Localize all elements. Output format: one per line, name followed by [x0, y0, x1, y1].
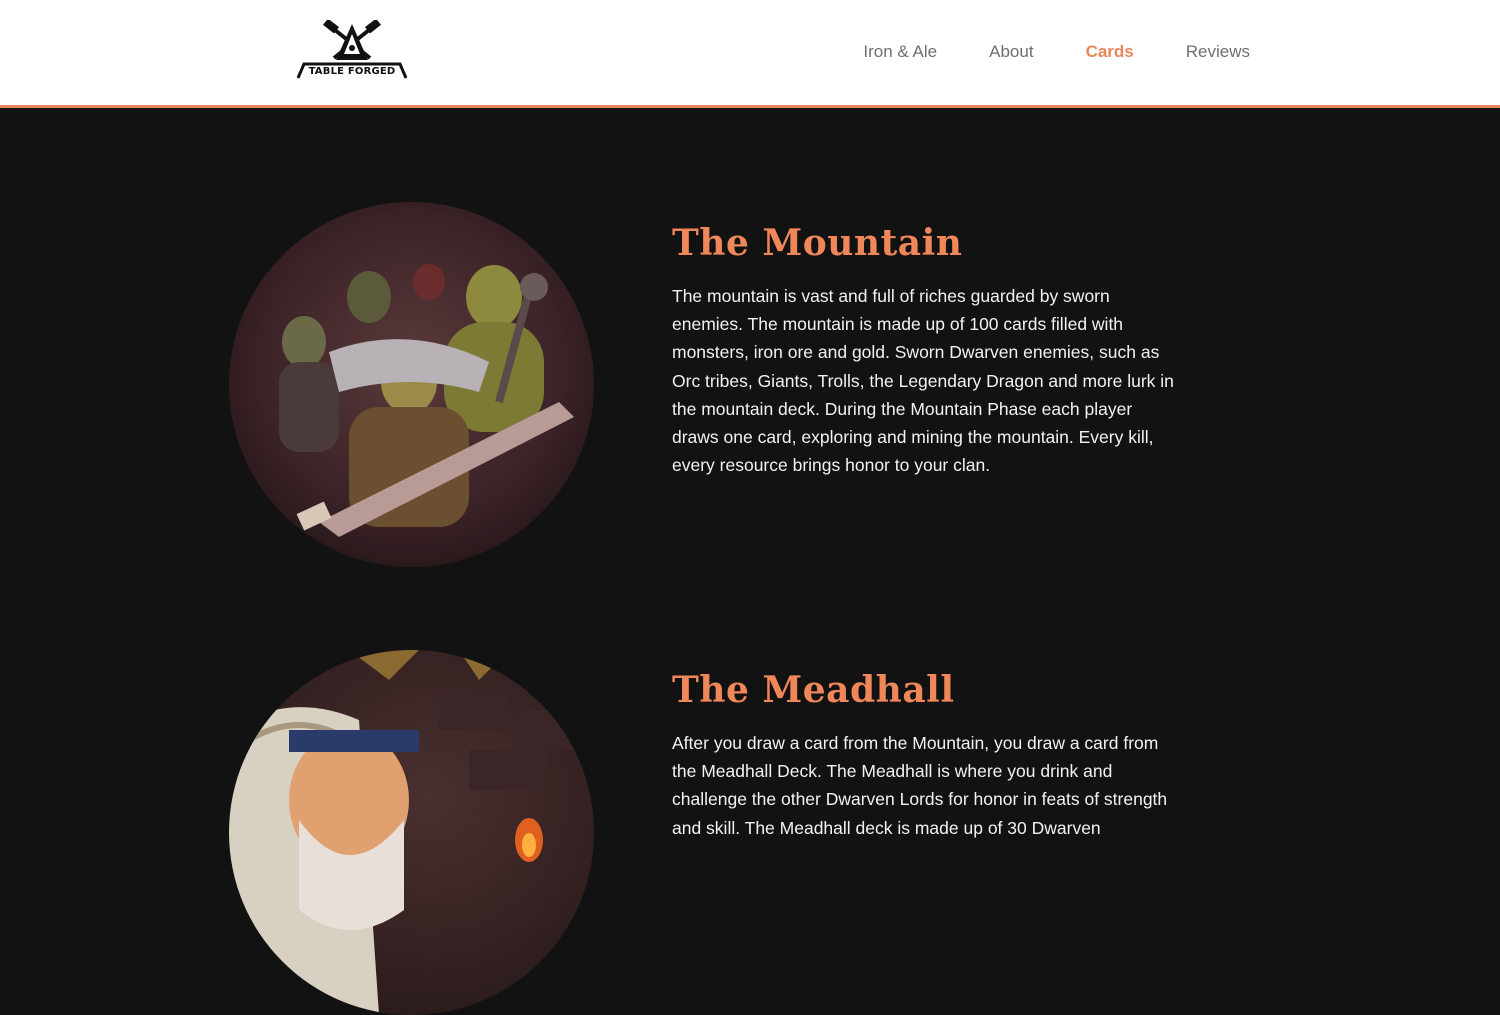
- site-header: TABLE FORGED Iron & Ale About Cards Revi…: [0, 0, 1500, 108]
- logo[interactable]: TABLE FORGED: [296, 18, 408, 82]
- nav-item-cards[interactable]: Cards: [1086, 42, 1134, 62]
- section-title: The Mountain: [672, 222, 963, 264]
- section-title: The Meadhall: [672, 669, 955, 711]
- section-description: The mountain is vast and full of riches …: [672, 286, 1174, 476]
- main-nav: Iron & Ale About Cards Reviews: [863, 42, 1250, 62]
- meadhall-text: The Meadhall After you draw a card from …: [672, 669, 1182, 842]
- nav-item-iron-ale[interactable]: Iron & Ale: [863, 42, 937, 62]
- meadhall-card-art: [229, 650, 594, 1015]
- nav-item-reviews[interactable]: Reviews: [1186, 42, 1250, 62]
- logo-text: TABLE FORGED: [308, 66, 396, 77]
- mountain-text: The Mountain The mountain is vast and fu…: [672, 222, 1182, 479]
- section-description: After you draw a card from the Mountain,…: [672, 733, 1168, 838]
- nav-item-about[interactable]: About: [989, 42, 1033, 62]
- mountain-card-art: [229, 202, 594, 567]
